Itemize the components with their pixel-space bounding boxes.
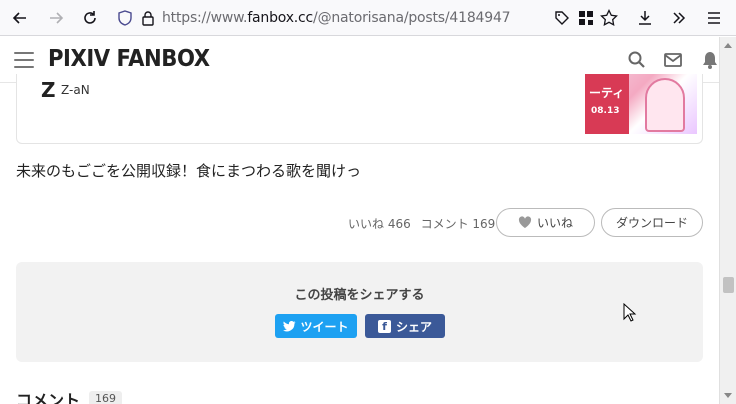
share-section: この投稿をシェアする ツイート f シェア [16, 262, 703, 362]
post-title: 未来のもごごを公開収録！食にまつわる歌を聞けっ [16, 162, 362, 180]
tag-icon[interactable] [550, 6, 574, 30]
url-prefix: https://www. [162, 10, 248, 26]
comments-heading: コメント [16, 391, 81, 404]
download-icon[interactable] [633, 6, 657, 30]
browser-toolbar: https://www.fanbox.cc/@natorisana/posts/… [0, 0, 736, 36]
creator-initial: Z [41, 78, 56, 102]
overflow-chevron-icon[interactable] [667, 6, 691, 30]
qr-code-icon[interactable] [574, 6, 598, 30]
tweet-button-label: ツイート [300, 319, 349, 334]
post-stats: いいね 466 コメント 169 [348, 215, 495, 232]
twitter-bird-icon [283, 320, 296, 331]
menu-icon[interactable] [702, 6, 726, 30]
creator-name[interactable]: Z-aN [61, 83, 90, 97]
download-button[interactable]: ダウンロード [601, 208, 703, 237]
download-button-label: ダウンロード [615, 216, 688, 230]
site-logo[interactable]: PIXIV FANBOX [48, 46, 210, 72]
hamburger-menu-icon[interactable] [14, 52, 34, 68]
lock-icon[interactable] [136, 6, 160, 30]
bookmark-star-icon[interactable] [597, 6, 621, 30]
like-button[interactable]: いいね [496, 208, 595, 237]
facebook-icon: f [377, 319, 391, 333]
comments-count-badge: 169 [89, 391, 122, 404]
comments-count: コメント 169 [420, 217, 496, 231]
facebook-share-button[interactable]: f シェア [365, 314, 445, 338]
tweet-button[interactable]: ツイート [275, 314, 357, 338]
url-path: /@natorisana/posts/4184947 [313, 10, 511, 26]
main-content: Z Z-aN ーティ 08.13 未来のもごごを公開収録！食にまつわる歌を聞けっ… [0, 74, 719, 404]
forward-arrow-icon[interactable] [44, 6, 68, 30]
creator-card[interactable]: Z Z-aN ーティ 08.13 [16, 74, 703, 144]
address-bar[interactable]: https://www.fanbox.cc/@natorisana/posts/… [162, 10, 511, 26]
share-title: この投稿をシェアする [294, 288, 425, 303]
thumbnail-date: 08.13 [591, 106, 620, 116]
mouse-cursor-icon [623, 302, 637, 323]
scroll-up-arrow-icon[interactable] [724, 43, 732, 48]
post-thumbnail[interactable]: ーティ 08.13 [585, 74, 697, 134]
url-host: fanbox.cc [247, 10, 314, 26]
mail-icon[interactable] [663, 50, 685, 72]
page-scrollbar[interactable] [719, 37, 736, 404]
shield-icon[interactable] [113, 6, 137, 30]
heart-icon [518, 216, 532, 228]
reload-icon[interactable] [78, 6, 102, 30]
search-icon[interactable] [627, 50, 649, 72]
like-button-label: いいね [536, 216, 573, 230]
likes-count: いいね 466 [348, 217, 411, 231]
thumbnail-text: ーティ [589, 86, 625, 100]
facebook-button-label: シェア [395, 319, 432, 334]
scroll-down-arrow-icon[interactable] [724, 393, 732, 398]
back-arrow-icon[interactable] [8, 6, 32, 30]
scrollbar-thumb[interactable] [723, 277, 734, 293]
